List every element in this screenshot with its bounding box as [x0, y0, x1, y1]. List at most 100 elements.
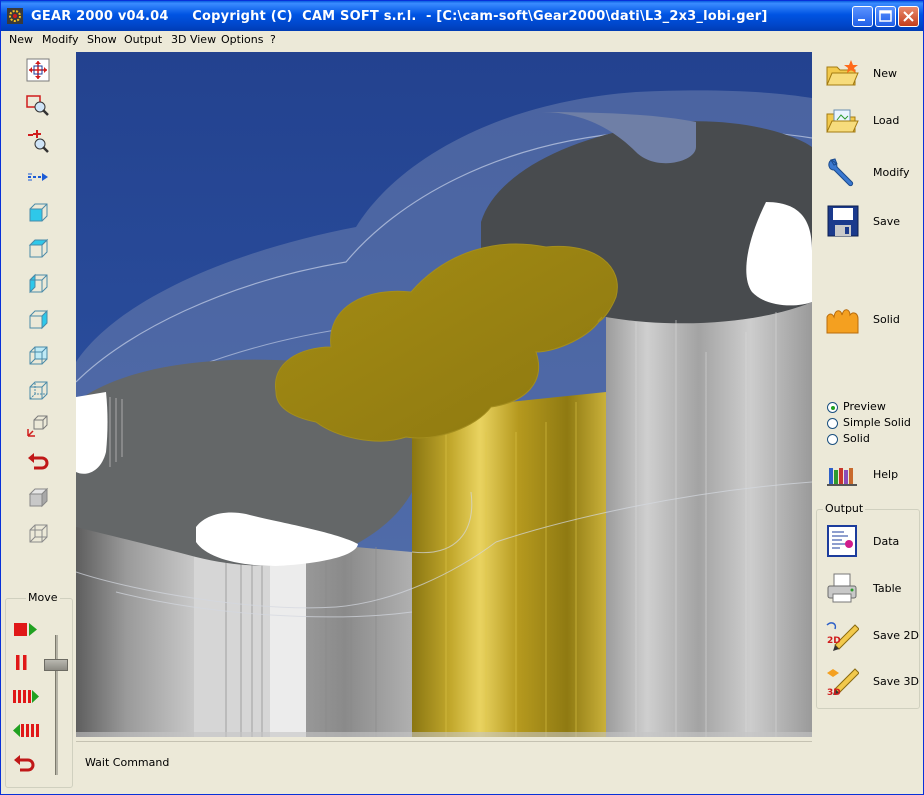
- load-folder-icon: [825, 104, 859, 136]
- menu-help[interactable]: ?: [270, 33, 276, 46]
- minimize-button[interactable]: [852, 6, 873, 27]
- app-icon[interactable]: [7, 8, 23, 24]
- menu-3d-view[interactable]: 3D View: [171, 33, 216, 46]
- close-icon: [903, 11, 914, 22]
- wire-cube-icon: [29, 524, 48, 543]
- solid-view-button[interactable]: [25, 485, 51, 511]
- save-button[interactable]: Save: [823, 203, 919, 239]
- render-solid-label: Solid: [843, 432, 870, 445]
- data-sheet-icon: [825, 525, 859, 557]
- help-button[interactable]: Help: [823, 456, 919, 492]
- pan-move-icon: [26, 58, 50, 82]
- menu-bar: New Modify Show Output 3D View Options ?: [1, 31, 923, 50]
- status-divider: [76, 741, 812, 742]
- svg-text:3D: 3D: [827, 688, 841, 697]
- radio-simple-solid[interactable]: [827, 418, 838, 429]
- dashed-arrow-icon: [28, 173, 48, 181]
- gear-profile-icon: [825, 303, 859, 335]
- load-label: Load: [873, 114, 900, 127]
- save-3d-label: Save 3D: [873, 675, 919, 688]
- reset-button[interactable]: [12, 754, 40, 776]
- pause-button[interactable]: [12, 652, 40, 674]
- view-right-button[interactable]: [25, 307, 51, 333]
- modify-button[interactable]: Modify: [823, 154, 919, 190]
- wire-view-button[interactable]: [25, 521, 51, 547]
- new-button[interactable]: New: [823, 55, 919, 91]
- render-preview-label: Preview: [843, 400, 886, 413]
- modify-label: Modify: [873, 166, 910, 179]
- menu-new[interactable]: New: [9, 33, 33, 46]
- menu-output[interactable]: Output: [124, 33, 162, 46]
- dashed-arrow-button[interactable]: [25, 164, 51, 190]
- play-button[interactable]: [12, 619, 40, 641]
- save-3d-button[interactable]: 3D Save 3D: [823, 663, 919, 699]
- play-icon: [14, 623, 37, 636]
- table-label: Table: [873, 582, 902, 595]
- render-mode-group: Preview Simple Solid Solid: [825, 399, 921, 449]
- view-iso-button[interactable]: [25, 378, 51, 404]
- menu-show[interactable]: Show: [87, 33, 117, 46]
- view-cube-iso-icon: [29, 381, 48, 400]
- right-cylinder-body: [606, 282, 812, 737]
- menu-modify[interactable]: Modify: [42, 33, 78, 46]
- new-folder-icon: [825, 57, 859, 89]
- zoom-in-out-icon: [28, 130, 49, 153]
- data-label: Data: [873, 535, 900, 548]
- zoom-window-button[interactable]: [25, 93, 51, 119]
- solid-label: Solid: [873, 313, 900, 326]
- close-button[interactable]: [898, 6, 919, 27]
- data-button[interactable]: Data: [823, 523, 919, 559]
- render-simple-solid-label: Simple Solid: [843, 416, 911, 429]
- step-back-button[interactable]: [12, 720, 40, 742]
- title-bar[interactable]: GEAR 2000 v04.04 Copyright (C) CAM SOFT …: [1, 1, 923, 31]
- minimize-icon: [858, 19, 865, 21]
- 3d-viewport[interactable]: [76, 52, 812, 737]
- view-front-button[interactable]: [25, 200, 51, 226]
- menu-options[interactable]: Options: [221, 33, 263, 46]
- printer-icon: [825, 572, 859, 604]
- radio-solid[interactable]: [827, 434, 838, 445]
- view-back-button[interactable]: [25, 343, 51, 369]
- save-2d-button[interactable]: 2D Save 2D: [823, 617, 919, 653]
- view-cube-right-icon: [29, 309, 48, 330]
- load-button[interactable]: Load: [823, 102, 919, 138]
- svg-text:2D: 2D: [827, 636, 841, 646]
- pause-icon: [16, 655, 27, 670]
- step-back-icon: [13, 724, 39, 737]
- application-window: GEAR 2000 v04.04 Copyright (C) CAM SOFT …: [0, 0, 924, 795]
- move-panel: Move: [5, 591, 73, 788]
- undo-view-button[interactable]: [25, 449, 51, 475]
- books-icon: [825, 458, 859, 490]
- view-cube-back-icon: [29, 346, 48, 365]
- maximize-button[interactable]: [875, 6, 896, 27]
- render-solid-option[interactable]: Solid: [825, 431, 921, 447]
- view-top-button[interactable]: [25, 236, 51, 262]
- render-preview-option[interactable]: Preview: [825, 399, 921, 415]
- view-left-button[interactable]: [25, 271, 51, 297]
- step-forward-icon: [13, 690, 39, 703]
- move-label: Move: [26, 591, 60, 604]
- view-cube-front-icon: [29, 203, 48, 222]
- save-2d-label: Save 2D: [873, 629, 919, 642]
- view-axes-button[interactable]: [25, 413, 51, 439]
- speed-slider-track[interactable]: [55, 635, 58, 775]
- output-label: Output: [823, 502, 866, 515]
- undo-view-icon: [28, 453, 49, 470]
- wrench-icon: [825, 156, 859, 188]
- view-axes-cube-icon: [27, 415, 48, 437]
- gold-gear-side: [412, 392, 606, 737]
- speed-slider-thumb[interactable]: [44, 659, 68, 671]
- new-label: New: [873, 67, 897, 80]
- floppy-disk-icon: [825, 205, 859, 237]
- view-cube-left-icon: [29, 273, 48, 294]
- pencil-2d-icon: 2D: [825, 619, 860, 651]
- step-forward-button[interactable]: [12, 686, 40, 708]
- status-text: Wait Command: [85, 756, 170, 769]
- solid-button[interactable]: Solid: [823, 301, 919, 337]
- window-title: GEAR 2000 v04.04 Copyright (C) CAM SOFT …: [31, 9, 768, 24]
- zoom-in-out-button[interactable]: [25, 128, 51, 154]
- radio-preview[interactable]: [827, 402, 838, 413]
- pan-move-button[interactable]: [25, 57, 51, 83]
- render-simple-solid-option[interactable]: Simple Solid: [825, 415, 921, 431]
- table-button[interactable]: Table: [823, 570, 919, 606]
